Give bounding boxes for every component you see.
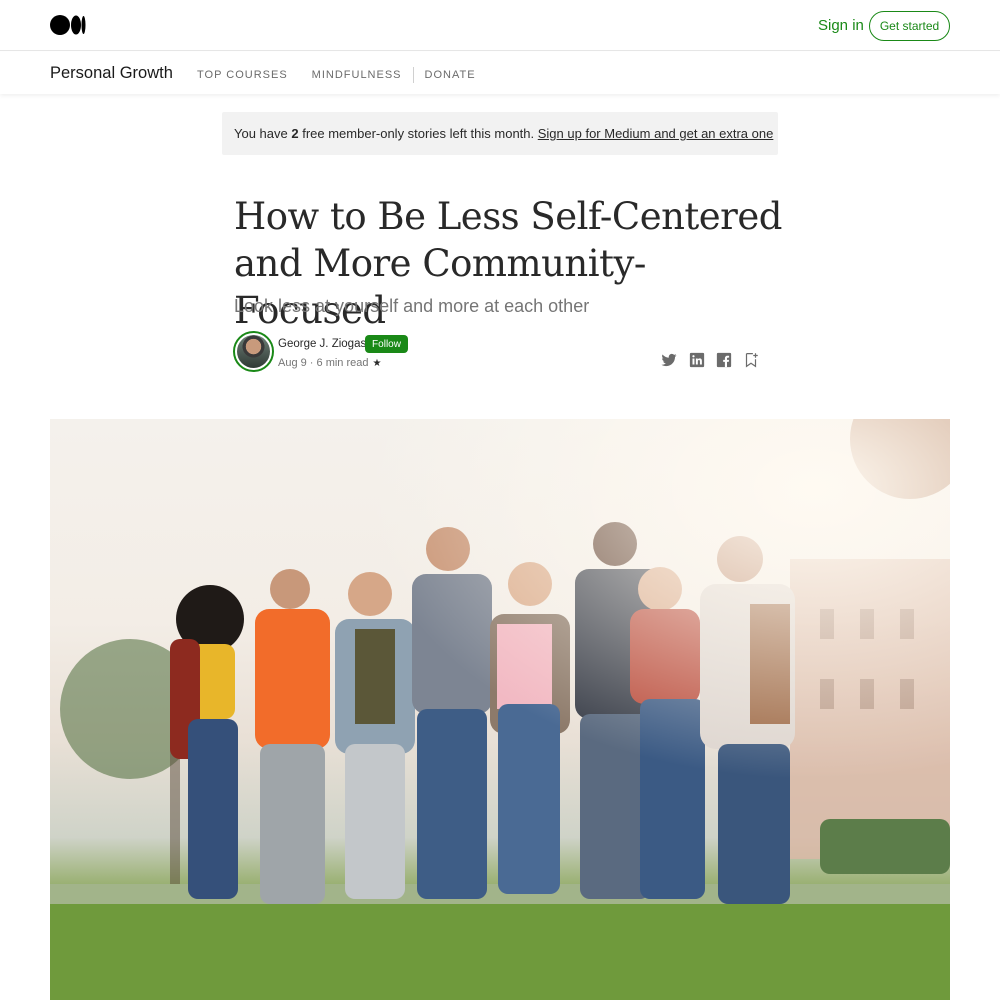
- bookmark-icon[interactable]: [742, 351, 760, 369]
- article-subtitle: Look less at yourself and more at each o…: [234, 296, 590, 316]
- member-stories-banner: You have 2 free member-only stories left…: [222, 112, 778, 155]
- author-avatar[interactable]: [233, 331, 274, 372]
- banner-text-after: free member-only stories left this month…: [298, 126, 538, 141]
- medium-logo-icon[interactable]: [50, 15, 86, 35]
- read-time: 6 min read: [316, 357, 369, 369]
- linkedin-icon[interactable]: [688, 351, 706, 369]
- article-meta: Aug 9 · 6 min read ★: [278, 357, 382, 369]
- top-navbar: Sign in Get started: [0, 0, 1000, 51]
- publish-date: Aug 9: [278, 357, 307, 369]
- nav-top-courses[interactable]: TOP COURSES: [197, 69, 288, 81]
- hero-image: [50, 419, 950, 1000]
- banner-text-before: You have: [234, 126, 292, 141]
- follow-button[interactable]: Follow: [365, 335, 408, 353]
- nav-divider: [412, 67, 414, 83]
- publication-name[interactable]: Personal Growth: [50, 64, 173, 83]
- article-title-line1: How to Be Less Self-Centered: [234, 195, 782, 238]
- banner-signup-link[interactable]: Sign up for Medium and get an extra one: [538, 126, 774, 141]
- nav-donate[interactable]: DONATE: [425, 69, 476, 81]
- get-started-button[interactable]: Get started: [869, 11, 950, 41]
- facebook-icon[interactable]: [715, 351, 733, 369]
- avatar-photo: [237, 335, 270, 368]
- article-title-line2: and More Community-Focused: [234, 242, 646, 332]
- sign-in-link[interactable]: Sign in: [818, 17, 864, 34]
- member-star-icon: ★: [372, 358, 382, 369]
- group-of-friends-photo: [50, 419, 950, 1000]
- nav-mindfulness[interactable]: MINDFULNESS: [312, 69, 402, 81]
- twitter-icon[interactable]: [660, 351, 678, 369]
- publication-nav: TOP COURSES MINDFULNESS DONATE: [197, 67, 476, 83]
- publication-bar: Personal Growth TOP COURSES MINDFULNESS …: [0, 52, 1000, 94]
- banner-count: 2: [291, 126, 299, 141]
- author-name[interactable]: George J. Ziogas: [278, 338, 366, 350]
